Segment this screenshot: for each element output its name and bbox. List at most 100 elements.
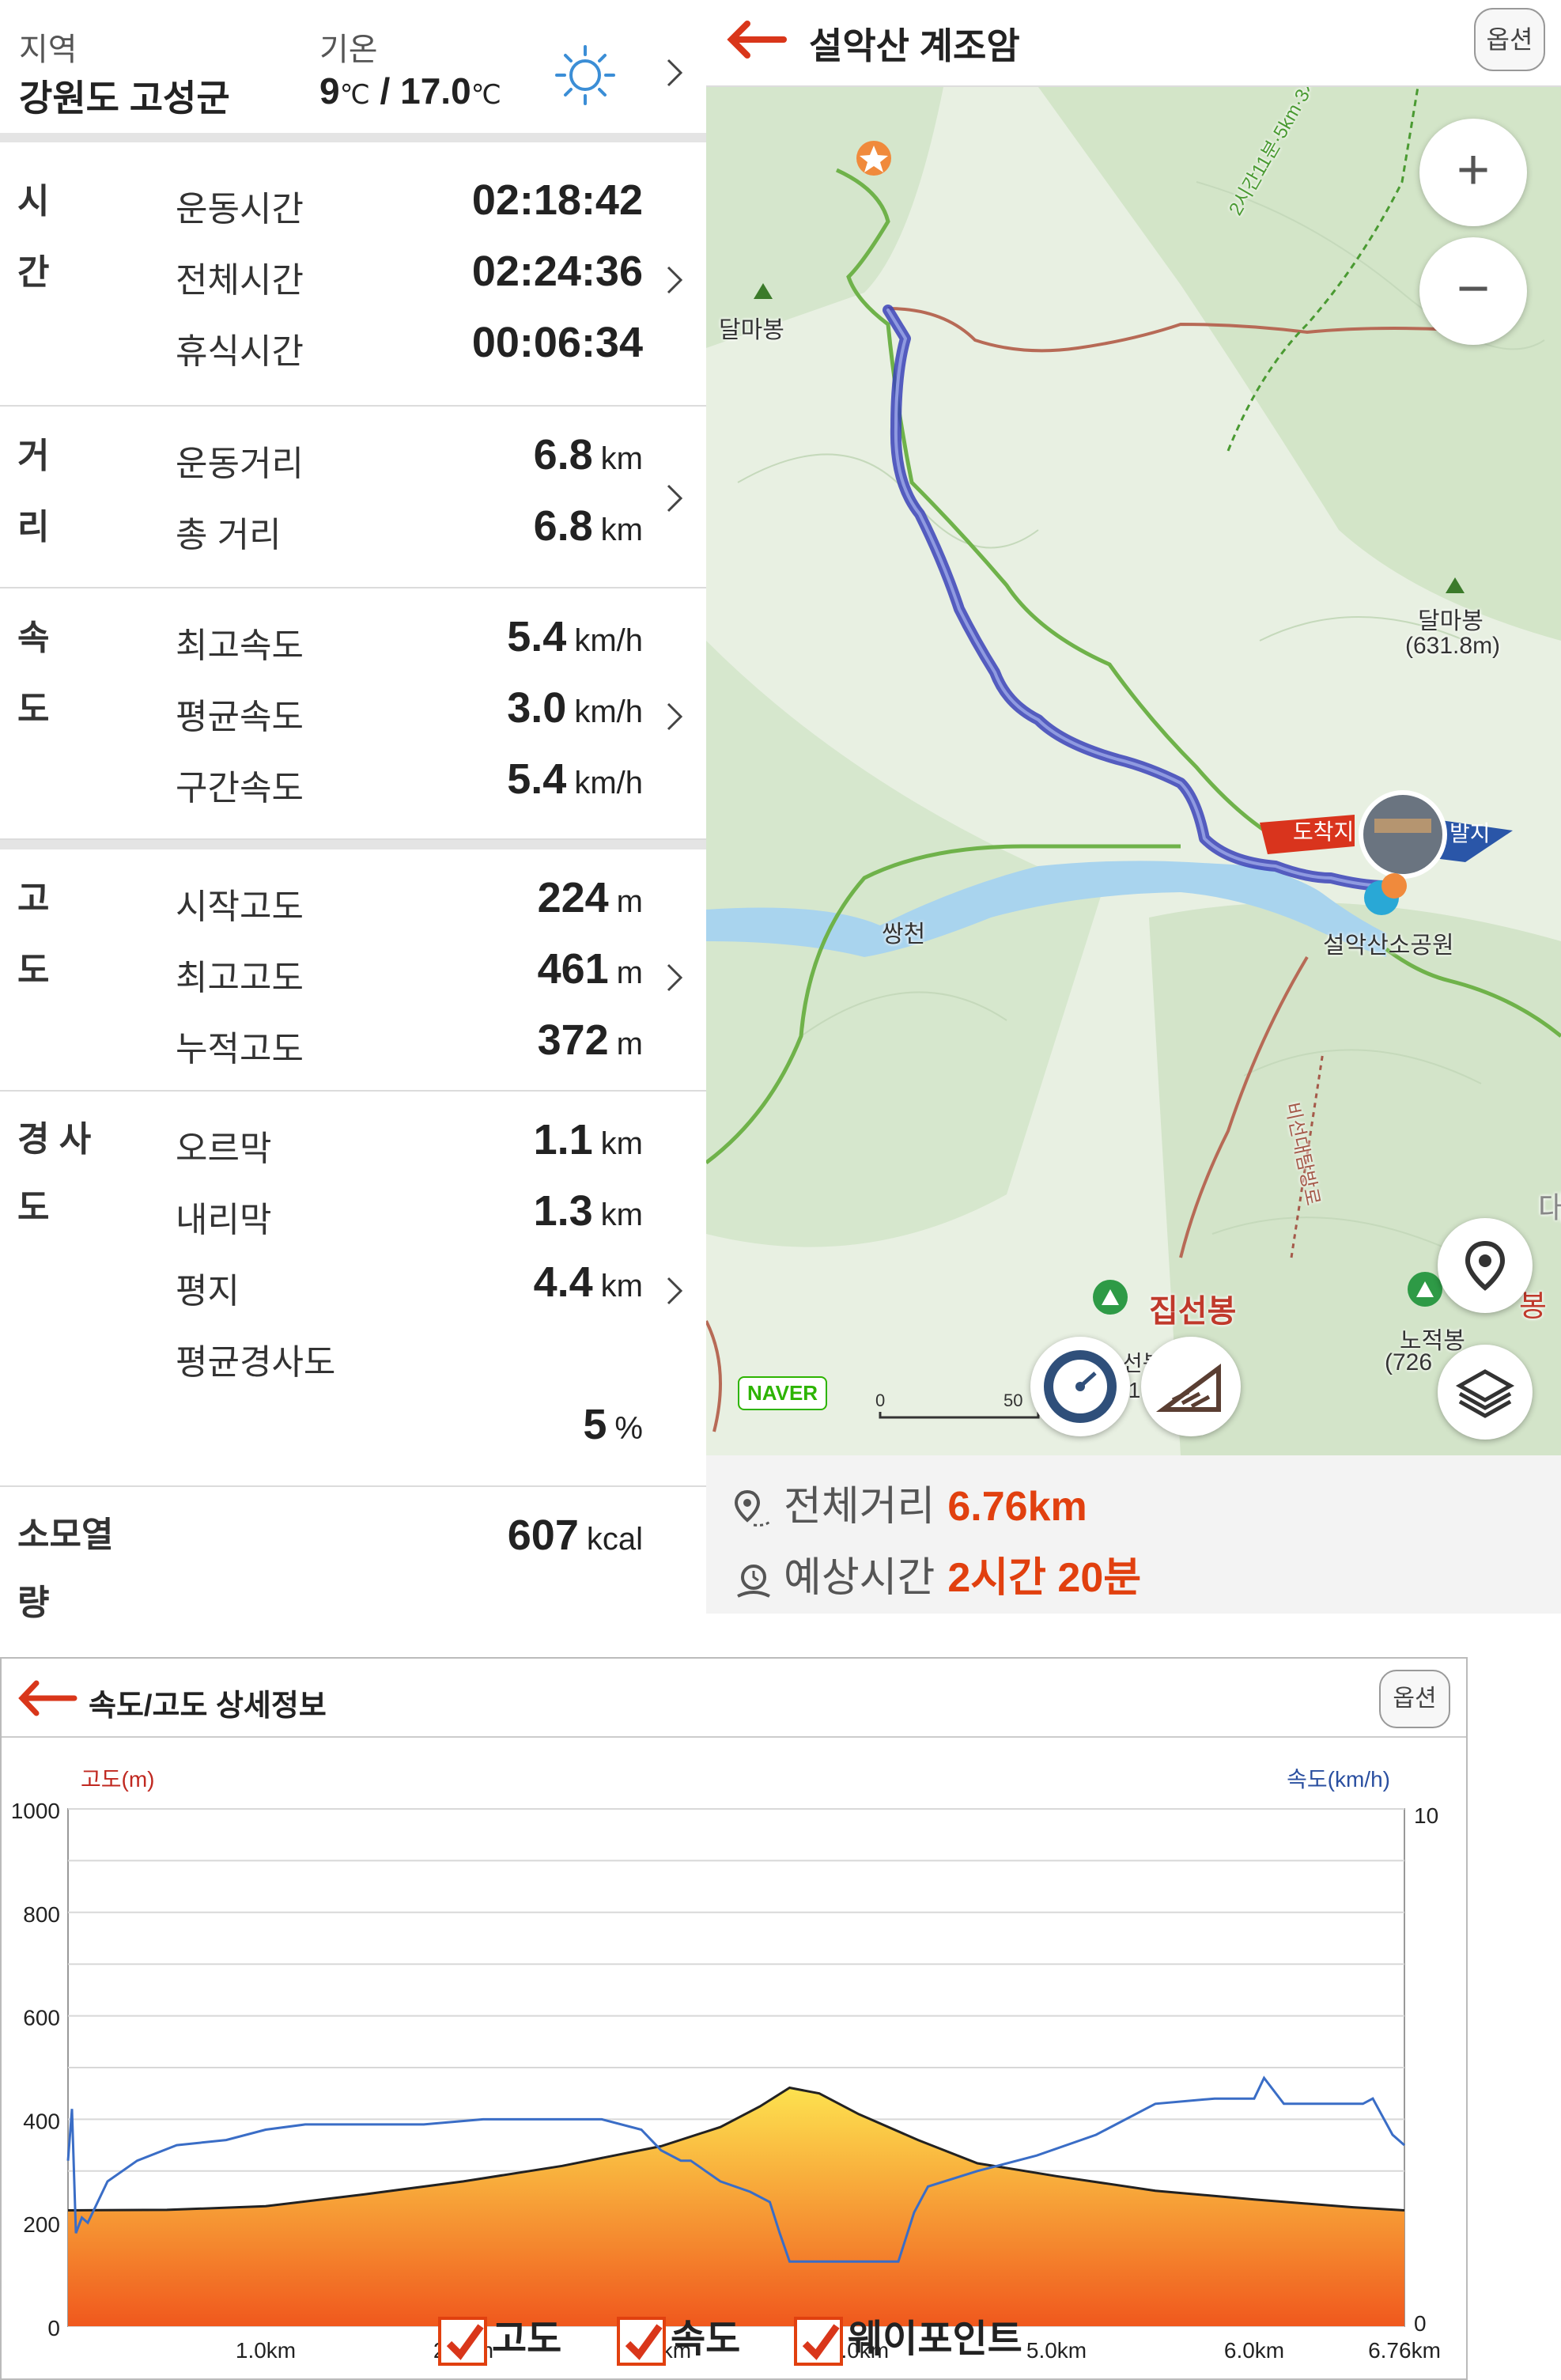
- chevron-right-icon[interactable]: [665, 57, 689, 87]
- row-label: 내리막: [176, 1201, 272, 1239]
- row-label: 운동시간: [176, 190, 304, 229]
- chart-options-button[interactable]: 옵션: [1379, 1670, 1450, 1728]
- map-label-peak: 집선봉: [1149, 1294, 1237, 1329]
- naver-logo: NAVER: [738, 1376, 828, 1410]
- back-arrow-icon[interactable]: [725, 16, 788, 63]
- row-value: 1.3 km: [533, 1187, 643, 1235]
- row-label: 평균속도: [176, 698, 304, 736]
- section-speed[interactable]: 속도 최고속도 5.4 km/h 평균속도 3.0 km/h 구간속도 5.4 km/…: [0, 588, 706, 840]
- row-label: 오르막: [176, 1129, 272, 1168]
- checkbox-checked-icon[interactable]: [617, 2317, 666, 2367]
- scale-label: 0: [875, 1391, 886, 1410]
- checkbox-checked-icon[interactable]: [794, 2317, 843, 2367]
- row-value: 02:18:42: [471, 176, 643, 224]
- section-title: 고도: [17, 880, 50, 989]
- temp-unit: ℃: [339, 80, 370, 110]
- chevron-right-icon[interactable]: [665, 264, 689, 294]
- y-left-tick-label: 0: [47, 2316, 60, 2340]
- slope-icon: [1155, 1364, 1221, 1412]
- x-tick-label: 5.0km: [1026, 2338, 1087, 2363]
- scale-label: 50: [1004, 1391, 1023, 1410]
- row-value: 4.4 km: [533, 1258, 643, 1306]
- chart-header: 속도/고도 상세정보 옵션: [2, 1659, 1466, 1738]
- chevron-right-icon[interactable]: [665, 482, 689, 513]
- zoom-in-button[interactable]: +: [1419, 119, 1527, 226]
- track-stats-panel: 지역 강원도 고성군 기온 9℃ / 17.0℃ 시간 운동시간 02:18:4…: [0, 0, 706, 1653]
- row-label: 누적고도: [176, 1030, 304, 1069]
- y-left-tick-label: 800: [23, 1902, 60, 1927]
- row-label: 구간속도: [176, 769, 304, 808]
- row-value: 461 m: [537, 945, 643, 993]
- legend-speed[interactable]: 속도: [617, 2307, 740, 2371]
- speed-altitude-panel: 속도/고도 상세정보 옵션 020040060080010000101.0km2…: [0, 1657, 1468, 2380]
- legend-altitude[interactable]: 고도: [438, 2307, 561, 2371]
- temp-value: 9℃ / 17.0℃: [319, 70, 501, 112]
- row-value: 1.1 km: [533, 1116, 643, 1164]
- slope-button[interactable]: [1141, 1337, 1241, 1436]
- checkbox-checked-icon[interactable]: [438, 2317, 487, 2367]
- y-right-tick-label: 10: [1414, 1803, 1438, 1828]
- back-arrow-icon[interactable]: [16, 1678, 79, 1718]
- map-label-peak-height: (631.8m): [1405, 633, 1501, 659]
- row-label: 총 거리: [176, 516, 282, 554]
- map-layers-button[interactable]: [1438, 1345, 1533, 1440]
- eta-label: 예상시간: [784, 1555, 935, 1601]
- map-label-arrival: 도착지: [1293, 819, 1355, 844]
- map-options-button[interactable]: 옵션: [1474, 8, 1545, 71]
- row-label: 평지: [176, 1272, 240, 1311]
- y-left-tick-label: 200: [23, 2212, 60, 2237]
- section-title: 소모열량: [17, 1515, 114, 1622]
- map-header: 설악산 계조암 옵션: [706, 0, 1561, 87]
- eta-row: 예상시간 2시간 20분: [730, 1544, 1141, 1604]
- map-panel: 설악산 계조암 옵션 달마봉 달마봉 (631.8m) 쌍천 설악산소공원 도착…: [706, 0, 1561, 1653]
- hiker-clock-icon: [737, 1565, 770, 1599]
- map-label-peak: 달마봉: [719, 317, 784, 343]
- chevron-right-icon[interactable]: [665, 701, 689, 731]
- sun-icon: [555, 45, 615, 105]
- zoom-out-button[interactable]: −: [1419, 237, 1527, 345]
- section-distance[interactable]: 거리 운동거리 6.8 km 총 거리 6.8 km: [0, 407, 706, 588]
- y-left-axis-title: 고도(m): [81, 1767, 155, 1792]
- section-title: 시간: [17, 182, 50, 292]
- eta-value: 2시간 20분: [947, 1555, 1142, 1601]
- row-value: 5.4 km/h: [507, 755, 643, 803]
- section-title: 경 사 도: [17, 1120, 92, 1227]
- section-slope[interactable]: 경 사 도 오르막 1.1 km 내리막 1.3 km 평지 4.4 km 평균경사도…: [0, 1092, 706, 1487]
- map-title: 설악산 계조암: [809, 25, 1020, 66]
- chart-title: 속도/고도 상세정보: [89, 1689, 327, 1723]
- y-left-tick-label: 600: [23, 2006, 60, 2030]
- map-label-peak: 달마봉: [1418, 608, 1484, 634]
- total-distance-label: 전체거리: [784, 1484, 935, 1530]
- row-label: 최고고도: [176, 959, 304, 997]
- row-label: 전체시간: [176, 261, 304, 300]
- location-pin-icon: [1465, 1240, 1506, 1291]
- route-pin-icon: [734, 1490, 773, 1527]
- section-title: 거리: [17, 437, 50, 547]
- region-label: 지역: [19, 32, 77, 67]
- my-location-button[interactable]: [1438, 1218, 1533, 1313]
- map-canvas[interactable]: 달마봉 달마봉 (631.8m) 쌍천 설악산소공원 도착지 발지 집선봉 노적…: [706, 87, 1561, 1455]
- speedometer-button[interactable]: [1030, 1337, 1130, 1436]
- map-label-peak-height: (726: [1385, 1349, 1433, 1375]
- chevron-right-icon[interactable]: [665, 962, 689, 992]
- row-value: 5.4 km/h: [507, 613, 643, 660]
- temp-label: 기온: [319, 32, 378, 67]
- y-left-tick-label: 400: [23, 2109, 60, 2133]
- chevron-right-icon[interactable]: [665, 1275, 689, 1305]
- total-distance-value: 6.76km: [947, 1484, 1087, 1530]
- row-label: 시작고도: [176, 887, 304, 926]
- row-value: 607 kcal: [507, 1512, 643, 1559]
- legend-waypoint[interactable]: 웨이포인트: [794, 2307, 1022, 2371]
- row-label: 휴식시간: [176, 332, 304, 371]
- weather-row[interactable]: 지역 강원도 고성군 기온 9℃ / 17.0℃: [0, 0, 706, 142]
- row-value: 02:24:36: [471, 248, 643, 295]
- speedometer-icon: [1044, 1350, 1117, 1423]
- temp-high: 17.0: [400, 70, 471, 112]
- section-time[interactable]: 시간 운동시간 02:18:42 전체시간 02:24:36 휴식시간 00:0…: [0, 152, 706, 407]
- section-altitude[interactable]: 고도 시작고도 224 m 최고고도 461 m 누적고도 372 m: [0, 840, 706, 1092]
- section-calories: 소모열량 607 kcal: [0, 1487, 706, 1653]
- row-label: 운동거리: [176, 445, 304, 483]
- row-value: 224 m: [537, 874, 643, 921]
- legend-label: 고도: [492, 2318, 562, 2360]
- row-value: 00:06:34: [471, 319, 643, 366]
